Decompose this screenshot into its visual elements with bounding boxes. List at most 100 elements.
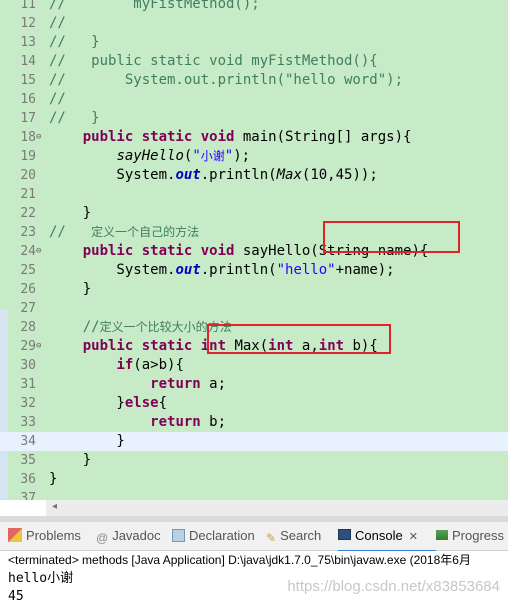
bottom-panel-tabs: Problems @ Javadoc Declaration ✎ Search Co… bbox=[0, 522, 508, 553]
code-line[interactable]: 27 bbox=[0, 299, 508, 318]
code-token: } bbox=[49, 205, 92, 221]
code-text: // System.out.println("hello word"); bbox=[49, 71, 403, 90]
line-number: 32 bbox=[20, 396, 36, 411]
line-number: 33 bbox=[20, 415, 36, 430]
console-status-line: <terminated> methods [Java Application] … bbox=[0, 551, 508, 569]
code-token: public static void bbox=[82, 129, 235, 145]
code-line[interactable]: 31 return a; bbox=[0, 375, 508, 394]
code-line[interactable]: 33 return b; bbox=[0, 413, 508, 432]
line-number: 14 bbox=[20, 54, 36, 69]
code-text: // public static void myFistMethod(){ bbox=[49, 52, 378, 71]
line-number: 21 bbox=[20, 187, 36, 202]
line-number: 31 bbox=[20, 377, 36, 392]
code-token: " bbox=[192, 148, 201, 164]
console-output[interactable]: hello小谢 45 https://blog.csdn.net/x838536… bbox=[0, 569, 508, 606]
code-line[interactable]: 34 } bbox=[0, 432, 508, 451]
line-number: 22 bbox=[20, 206, 36, 221]
line-number: 16 bbox=[20, 92, 36, 107]
tab-progress[interactable]: Progress bbox=[436, 528, 504, 548]
horizontal-scrollbar[interactable]: ◂ bbox=[46, 500, 508, 516]
code-line[interactable]: 18 ⊖ public static void main(String[] arg… bbox=[0, 128, 508, 147]
line-number: 30 bbox=[20, 358, 36, 373]
code-token: public static int bbox=[82, 338, 227, 354]
code-line[interactable]: 16 // bbox=[0, 90, 508, 109]
code-text: // bbox=[49, 90, 66, 109]
code-line[interactable]: 21 bbox=[0, 185, 508, 204]
code-token: else bbox=[124, 395, 159, 411]
fold-icon[interactable]: ⊖ bbox=[36, 128, 41, 147]
code-line[interactable]: 19 sayHello("小谢"); bbox=[0, 147, 508, 166]
code-text: } bbox=[49, 432, 125, 451]
code-token: public static void bbox=[82, 243, 235, 259]
fold-icon[interactable]: ⊖ bbox=[36, 242, 41, 261]
code-token: // bbox=[49, 224, 92, 240]
line-number: 23 bbox=[20, 225, 36, 240]
code-text: return a; bbox=[49, 375, 226, 394]
code-line[interactable]: 11 // myFistMethod(); bbox=[0, 0, 508, 14]
code-text: } bbox=[49, 280, 91, 299]
tab-javadoc[interactable]: @ Javadoc bbox=[96, 528, 161, 548]
code-text: } bbox=[49, 204, 91, 223]
code-token: // myFistMethod(); bbox=[49, 0, 260, 12]
code-line[interactable]: 14 // public static void myFistMethod(){ bbox=[0, 52, 508, 71]
console-icon bbox=[338, 529, 351, 540]
code-line[interactable]: 13 // } bbox=[0, 33, 508, 52]
line-number: 15 bbox=[20, 73, 36, 88]
code-text: } bbox=[49, 470, 57, 489]
code-line[interactable]: 35 } bbox=[0, 451, 508, 470]
tab-search[interactable]: ✎ Search bbox=[266, 528, 321, 548]
code-line[interactable]: 30 if(a>b){ bbox=[0, 356, 508, 375]
code-token: // bbox=[49, 91, 66, 107]
console-output-line: hello小谢 bbox=[8, 571, 74, 586]
code-line[interactable]: 12 // bbox=[0, 14, 508, 33]
code-line[interactable]: 37 bbox=[0, 489, 508, 500]
line-number: 11 bbox=[20, 0, 36, 12]
tab-declaration[interactable]: Declaration bbox=[172, 528, 255, 548]
highlight-box-method-signature bbox=[207, 324, 391, 354]
code-line[interactable]: 20 System.out.println(Max(10,45)); bbox=[0, 166, 508, 185]
code-token: main(String[] args){ bbox=[234, 129, 412, 145]
code-token: +name); bbox=[335, 262, 395, 278]
code-line[interactable]: 32 }else{ bbox=[0, 394, 508, 413]
code-token: ); bbox=[233, 148, 251, 164]
tab-problems[interactable]: Problems bbox=[8, 528, 81, 548]
problems-icon bbox=[8, 528, 22, 542]
code-line[interactable]: 17 // } bbox=[0, 109, 508, 128]
code-text: return b; bbox=[49, 413, 226, 432]
code-token: // System.out.println("hello word"); bbox=[49, 72, 404, 88]
code-editor[interactable]: 11 // myFistMethod(); 12 // 13 // } 14 // publi… bbox=[0, 0, 508, 500]
fold-icon[interactable]: ⊖ bbox=[36, 337, 41, 356]
line-number: 19 bbox=[20, 149, 36, 164]
line-number: 36 bbox=[20, 472, 36, 487]
code-token: } bbox=[49, 433, 125, 449]
code-token: out bbox=[175, 167, 201, 183]
line-number: 24 bbox=[20, 244, 36, 259]
close-icon[interactable]: ✕ bbox=[409, 531, 418, 543]
code-token: b; bbox=[200, 414, 227, 430]
code-token: { bbox=[158, 395, 168, 411]
watermark: https://blog.csdn.net/x83853684 bbox=[287, 578, 500, 595]
code-text: // } bbox=[49, 109, 100, 128]
search-icon: ✎ bbox=[266, 531, 277, 545]
code-text: // myFistMethod(); bbox=[49, 0, 260, 14]
code-token: 定义一个自己的方法 bbox=[91, 225, 200, 239]
code-text: if(a>b){ bbox=[49, 356, 183, 375]
code-text: sayHello("小谢"); bbox=[49, 147, 250, 166]
code-token: "hello" bbox=[276, 262, 336, 278]
line-number: 37 bbox=[20, 491, 36, 500]
code-line[interactable]: 36} bbox=[0, 470, 508, 489]
code-text: // bbox=[49, 14, 66, 33]
scroll-left-icon[interactable]: ◂ bbox=[52, 501, 57, 512]
code-token: System. bbox=[49, 262, 176, 278]
tab-console[interactable]: Console ✕ bbox=[338, 528, 436, 553]
code-line[interactable]: 25 System.out.println("hello"+name); bbox=[0, 261, 508, 280]
line-number: 35 bbox=[20, 453, 36, 468]
code-line[interactable]: 26 } bbox=[0, 280, 508, 299]
code-token: // } bbox=[49, 34, 100, 50]
code-line[interactable]: 15 // System.out.println("hello word"); bbox=[0, 71, 508, 90]
line-number: 17 bbox=[20, 111, 36, 126]
